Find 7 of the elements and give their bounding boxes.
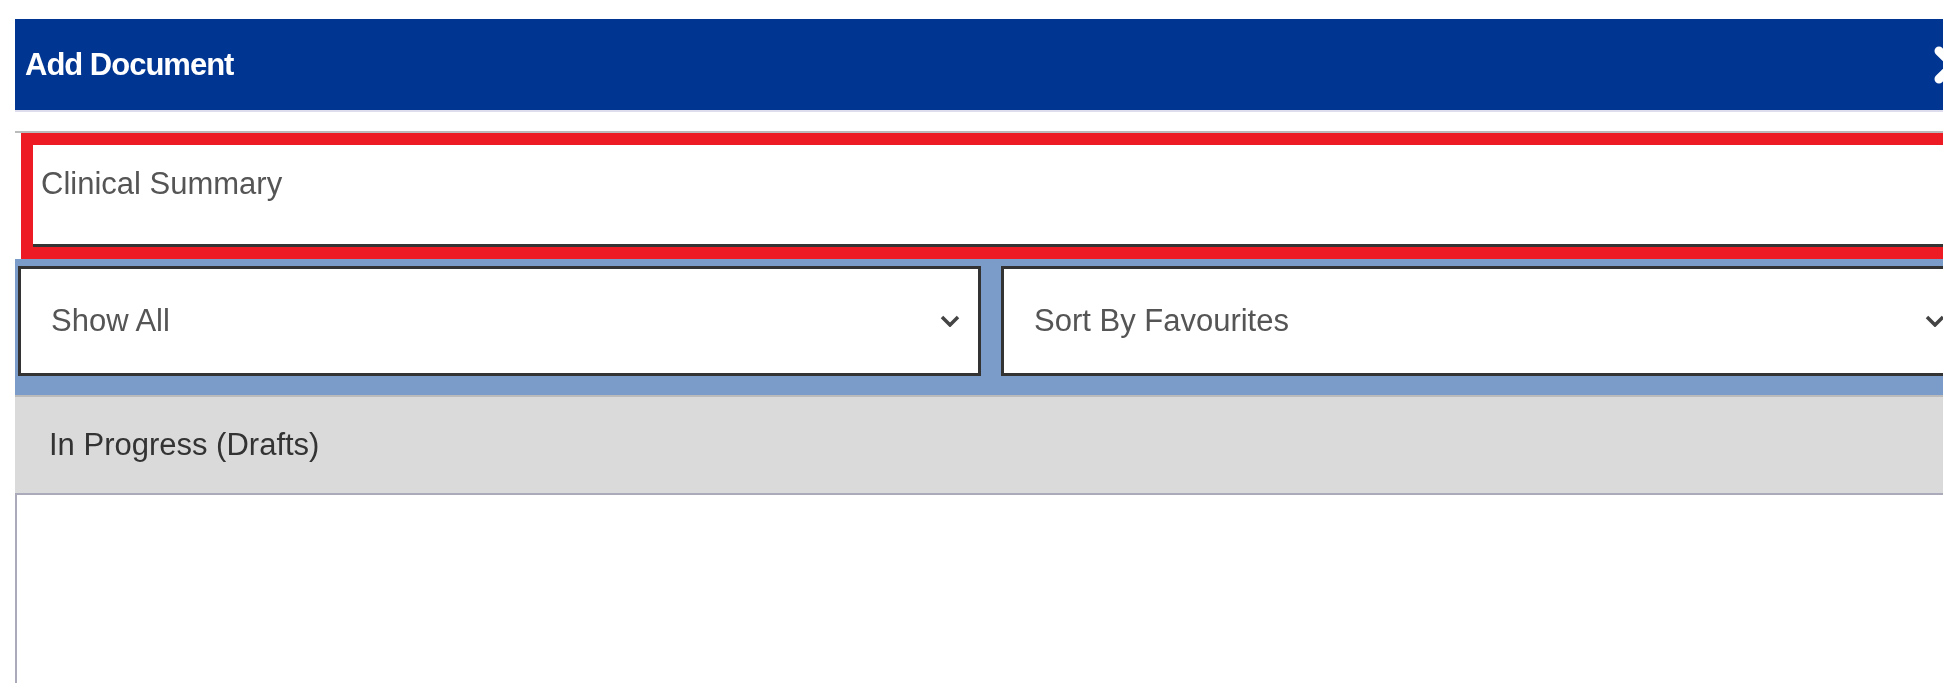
chevron-icon bbox=[1925, 315, 1943, 327]
search-field[interactable]: Clinical Summary bbox=[33, 145, 1943, 247]
window-title: Add Document bbox=[25, 46, 234, 83]
dropdown[interactable]: Sort By Favourites bbox=[1001, 266, 1943, 376]
section-title: In Progress (Drafts) bbox=[49, 427, 320, 463]
chevron-icon bbox=[940, 315, 960, 327]
dropdown[interactable]: Show All bbox=[18, 266, 981, 376]
